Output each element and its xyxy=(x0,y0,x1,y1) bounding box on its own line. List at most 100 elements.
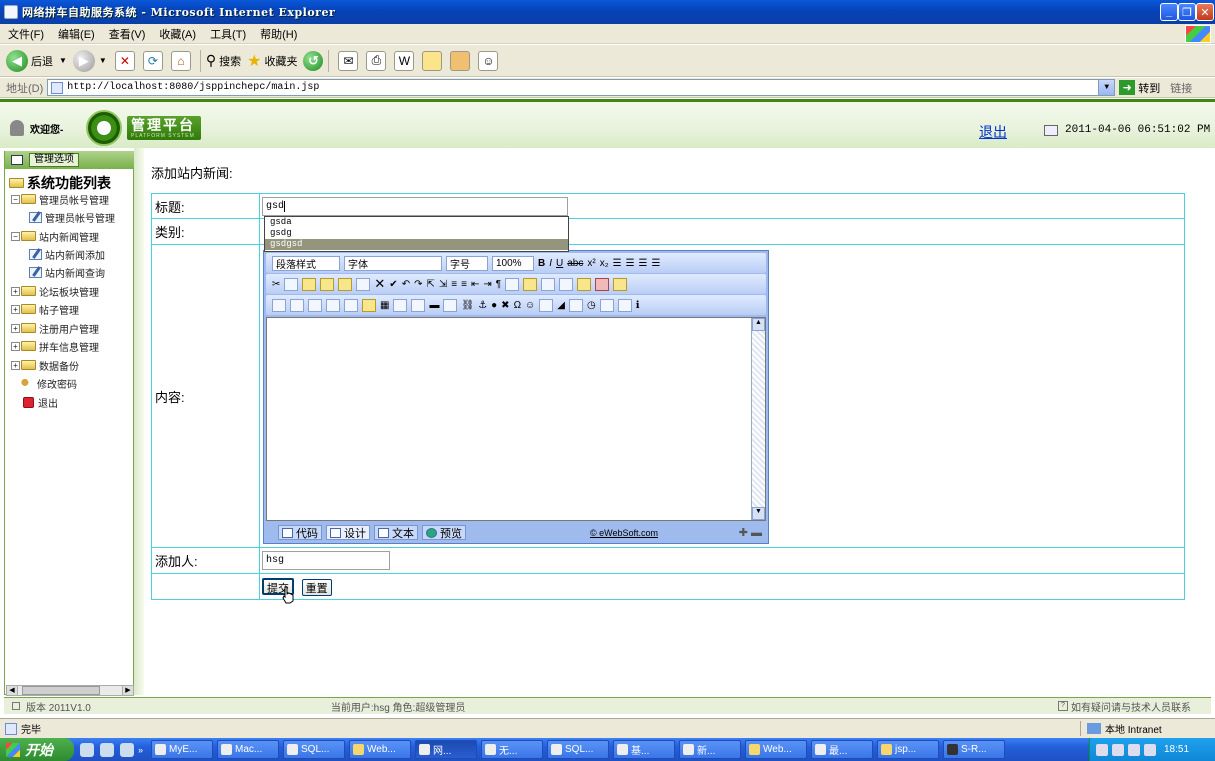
menu-help[interactable]: 帮助(H) xyxy=(260,26,297,42)
marquee-icon[interactable] xyxy=(411,298,426,312)
unlink-icon[interactable]: ✖ xyxy=(501,300,509,311)
home-icon[interactable]: ⌂ xyxy=(170,50,191,71)
align-center-icon[interactable]: ☰ xyxy=(626,258,635,269)
copy-icon[interactable] xyxy=(284,277,299,291)
select-icon[interactable]: ⇱ xyxy=(426,279,434,290)
collapse-icon[interactable]: − xyxy=(11,231,20,241)
print-icon[interactable]: ⎙ xyxy=(366,50,387,71)
back-button-label[interactable]: 后退 xyxy=(31,53,53,69)
tab-design[interactable]: 设计 xyxy=(326,525,370,540)
media-icon[interactable] xyxy=(308,298,322,312)
collapse-icon[interactable]: − xyxy=(11,194,20,204)
font-select[interactable]: 字体 xyxy=(344,255,442,271)
task-button[interactable]: Mac... xyxy=(217,740,280,759)
task-button[interactable]: Web... xyxy=(745,740,808,759)
format-style-select[interactable]: 段落样式 xyxy=(272,255,340,271)
bg-color-icon[interactable] xyxy=(523,277,538,291)
underline-icon[interactable]: U xyxy=(556,258,563,269)
task-button[interactable]: 基... xyxy=(613,740,676,759)
tray-clock[interactable]: 18:51 xyxy=(1164,744,1189,755)
strikethrough-icon[interactable]: abc xyxy=(567,258,583,269)
scroll-down-icon[interactable]: ▼ xyxy=(752,507,765,520)
menu-view[interactable]: 查看(V) xyxy=(109,26,146,42)
zoom-select[interactable]: 100% xyxy=(492,255,534,271)
task-button[interactable]: 新... xyxy=(679,740,742,759)
title-input[interactable]: gsd xyxy=(262,196,568,216)
forward-arrow-icon[interactable]: ▶ xyxy=(72,49,95,72)
flash-icon[interactable] xyxy=(290,298,304,312)
edit-word-icon[interactable]: W xyxy=(394,50,415,71)
image-icon[interactable] xyxy=(272,298,286,312)
quicklaunch-media-icon[interactable] xyxy=(100,742,114,757)
italic-icon[interactable]: I xyxy=(549,258,552,269)
search-button-label[interactable]: 搜索 xyxy=(219,53,241,69)
address-dropdown-icon[interactable]: ▼ xyxy=(1098,80,1115,95)
find-icon[interactable] xyxy=(356,277,371,291)
form-icon[interactable] xyxy=(595,277,610,291)
emoticon-icon[interactable]: ☺ xyxy=(525,300,535,311)
map-icon[interactable]: ● xyxy=(491,300,497,311)
redo-icon[interactable]: ↷ xyxy=(414,279,422,290)
sidebar-item-news-query[interactable]: 站内新闻查询 xyxy=(29,264,105,280)
iframe-icon[interactable] xyxy=(393,298,408,312)
autocomplete-option-selected[interactable]: gsdgsd xyxy=(265,239,568,250)
quicklaunch-ie-icon[interactable] xyxy=(80,742,94,757)
expand-icon[interactable]: + xyxy=(11,360,20,370)
address-input[interactable]: http://localhost:8080/jsppinchepc/main.j… xyxy=(47,79,1116,96)
align-right-icon[interactable]: ☰ xyxy=(639,258,648,269)
undo-icon[interactable]: ↶ xyxy=(402,279,410,290)
layer-icon[interactable] xyxy=(344,298,358,312)
sidebar-item-news[interactable]: − 站内新闻管理 xyxy=(11,228,99,244)
tab-preview[interactable]: 预览 xyxy=(422,525,466,540)
superscript-icon[interactable]: x² xyxy=(587,258,595,269)
sidebar-item-forum[interactable]: + 论坛板块管理 xyxy=(11,283,99,299)
autocomplete-option[interactable]: gsda xyxy=(265,217,568,228)
grid-icon[interactable]: ▦ xyxy=(380,300,389,311)
stop-icon[interactable]: ✕ xyxy=(114,50,135,71)
autocomplete-option[interactable]: gsdg xyxy=(265,228,568,239)
unordered-list-icon[interactable]: ≡ xyxy=(461,279,467,290)
task-button[interactable]: MyE... xyxy=(151,740,214,759)
spellcheck-icon[interactable]: ✔ xyxy=(389,279,397,290)
restore-button[interactable]: ❐ xyxy=(1178,3,1196,21)
favorites-button-label[interactable]: 收藏夹 xyxy=(264,53,297,69)
special-char-icon[interactable]: Ω xyxy=(514,300,521,311)
time-icon[interactable]: ◷ xyxy=(587,300,596,311)
logout-link[interactable]: 退出 xyxy=(979,122,1007,142)
task-button-active[interactable]: 网... xyxy=(415,740,478,759)
cut-icon[interactable]: ✂ xyxy=(272,279,280,290)
anchor-icon[interactable]: ⚓ xyxy=(478,300,487,311)
paragraph-icon[interactable]: ¶ xyxy=(496,279,501,290)
manage-options-button[interactable]: 管理选项 xyxy=(29,153,79,167)
link-icon[interactable]: ⛓ xyxy=(461,300,474,311)
sidebar-item-admin-accounts-page[interactable]: 管理员帐号管理 xyxy=(29,209,115,225)
menu-favorites[interactable]: 收藏(A) xyxy=(159,26,196,42)
task-button[interactable]: 最... xyxy=(811,740,874,759)
tray-network-icon[interactable] xyxy=(1112,743,1124,756)
font-size-select[interactable]: 字号 xyxy=(446,255,488,271)
folder-icon[interactable] xyxy=(422,50,443,71)
outdent-icon[interactable]: ⇤ xyxy=(471,279,479,290)
bold-icon[interactable]: B xyxy=(538,258,545,269)
reset-button[interactable]: 重置 xyxy=(301,578,332,596)
start-button[interactable]: 开始 xyxy=(0,738,74,761)
sidebar-item-users[interactable]: + 注册用户管理 xyxy=(11,320,99,336)
hr-icon[interactable]: ▬ xyxy=(429,300,439,311)
deselect-icon[interactable]: ⇲ xyxy=(439,279,447,290)
sidebar-item-exit[interactable]: 退出 xyxy=(23,394,58,410)
excel-icon[interactable]: ◢ xyxy=(557,300,565,311)
big-file-icon[interactable] xyxy=(599,298,614,312)
author-input[interactable]: hsg xyxy=(262,551,390,570)
back-dropdown-icon[interactable]: ▼ xyxy=(59,56,67,65)
quicklaunch-help-icon[interactable] xyxy=(120,742,134,757)
forward-dropdown-icon[interactable]: ▼ xyxy=(99,56,107,65)
paste-text-icon[interactable] xyxy=(320,277,335,291)
sidebar-item-backup[interactable]: + 数据备份 xyxy=(11,357,79,373)
task-button[interactable]: SQL... xyxy=(283,740,346,759)
align-left-icon[interactable]: ☰ xyxy=(613,258,622,269)
tab-text[interactable]: 文本 xyxy=(374,525,418,540)
date-icon[interactable] xyxy=(539,298,554,312)
scroll-up-icon[interactable]: ▲ xyxy=(752,318,765,331)
indent-icon[interactable]: ⇥ xyxy=(483,279,491,290)
expand-icon[interactable]: + xyxy=(11,304,20,314)
